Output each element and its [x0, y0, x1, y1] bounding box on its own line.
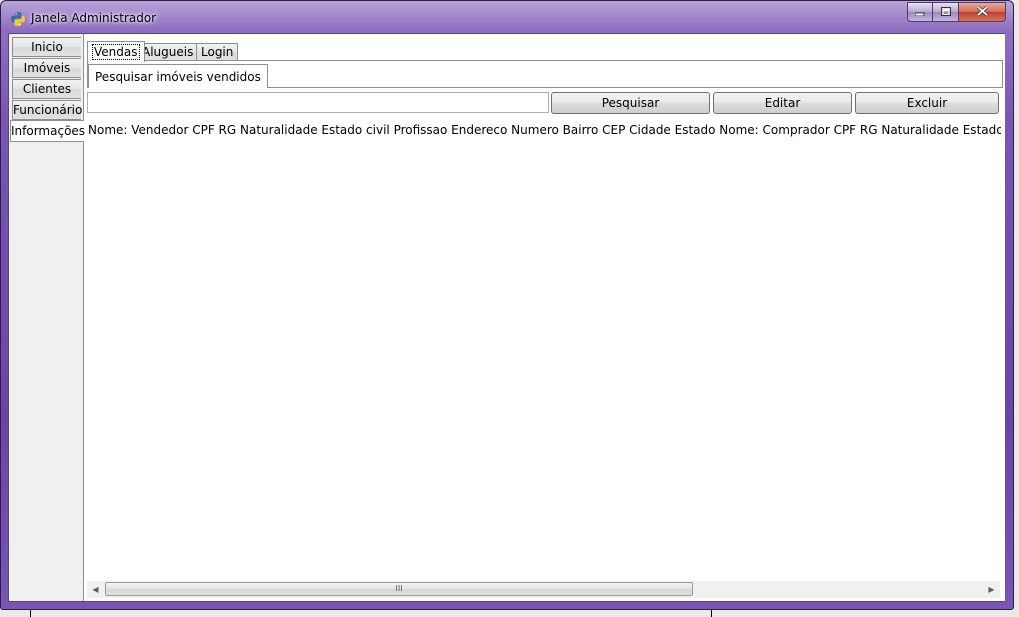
close-button[interactable]	[959, 2, 1006, 22]
scroll-left-arrow-icon[interactable]: ◀	[87, 581, 104, 598]
delete-button[interactable]: Excluir	[855, 92, 999, 114]
tab-vendas-label: Vendas	[92, 44, 140, 60]
side-tab-imoveis[interactable]: Imóveis	[12, 58, 81, 78]
horizontal-scrollbar[interactable]: ◀ III ▶	[87, 581, 1000, 598]
title-bar[interactable]: Janela Administrador	[1, 1, 1013, 33]
side-tab-informacoes[interactable]: Informações	[10, 120, 85, 142]
desktop-line	[711, 610, 712, 617]
python-app-icon	[10, 11, 26, 27]
side-tab-strip: Inicio Imóveis Clientes Funcionário Info…	[9, 34, 87, 601]
edit-button[interactable]: Editar	[713, 92, 852, 114]
scroll-thumb[interactable]: III	[105, 582, 693, 596]
tab-pesquisar-imoveis-vendidos[interactable]: Pesquisar imóveis vendidos	[88, 64, 268, 88]
tab-alugueis[interactable]: Alugueis	[137, 43, 199, 61]
vendas-tab-pane: Pesquisar imóveis vendidos Pesquisar Edi…	[87, 60, 1003, 601]
maximize-icon	[940, 5, 951, 19]
side-tab-inicio[interactable]: Inicio	[12, 37, 81, 57]
scroll-right-arrow-icon[interactable]: ▶	[983, 581, 1000, 598]
window-title: Janela Administrador	[31, 11, 157, 25]
tab-login[interactable]: Login	[196, 43, 239, 61]
table-header-row: Nome: Vendedor CPF RG Naturalidade Estad…	[88, 123, 1001, 137]
tab-vendas[interactable]: Vendas	[87, 41, 145, 62]
admin-window: Janela Administrador Inicio Imóveis Clie…	[0, 0, 1014, 610]
side-tab-clientes[interactable]: Clientes	[12, 79, 81, 99]
side-tab-funcionario[interactable]: Funcionário	[12, 100, 82, 120]
minimize-button[interactable]	[907, 2, 933, 22]
window-client-area: Inicio Imóveis Clientes Funcionário Info…	[8, 33, 1005, 602]
caption-buttons	[907, 2, 1006, 23]
search-input[interactable]	[87, 92, 549, 113]
desktop-line	[30, 610, 31, 617]
search-sold-properties-panel: Pesquisar Editar Excluir Nome: Vendedor …	[87, 87, 1003, 601]
minimize-icon	[914, 5, 925, 19]
maximize-button[interactable]	[933, 2, 959, 22]
close-icon	[976, 5, 988, 19]
search-button[interactable]: Pesquisar	[551, 92, 710, 114]
